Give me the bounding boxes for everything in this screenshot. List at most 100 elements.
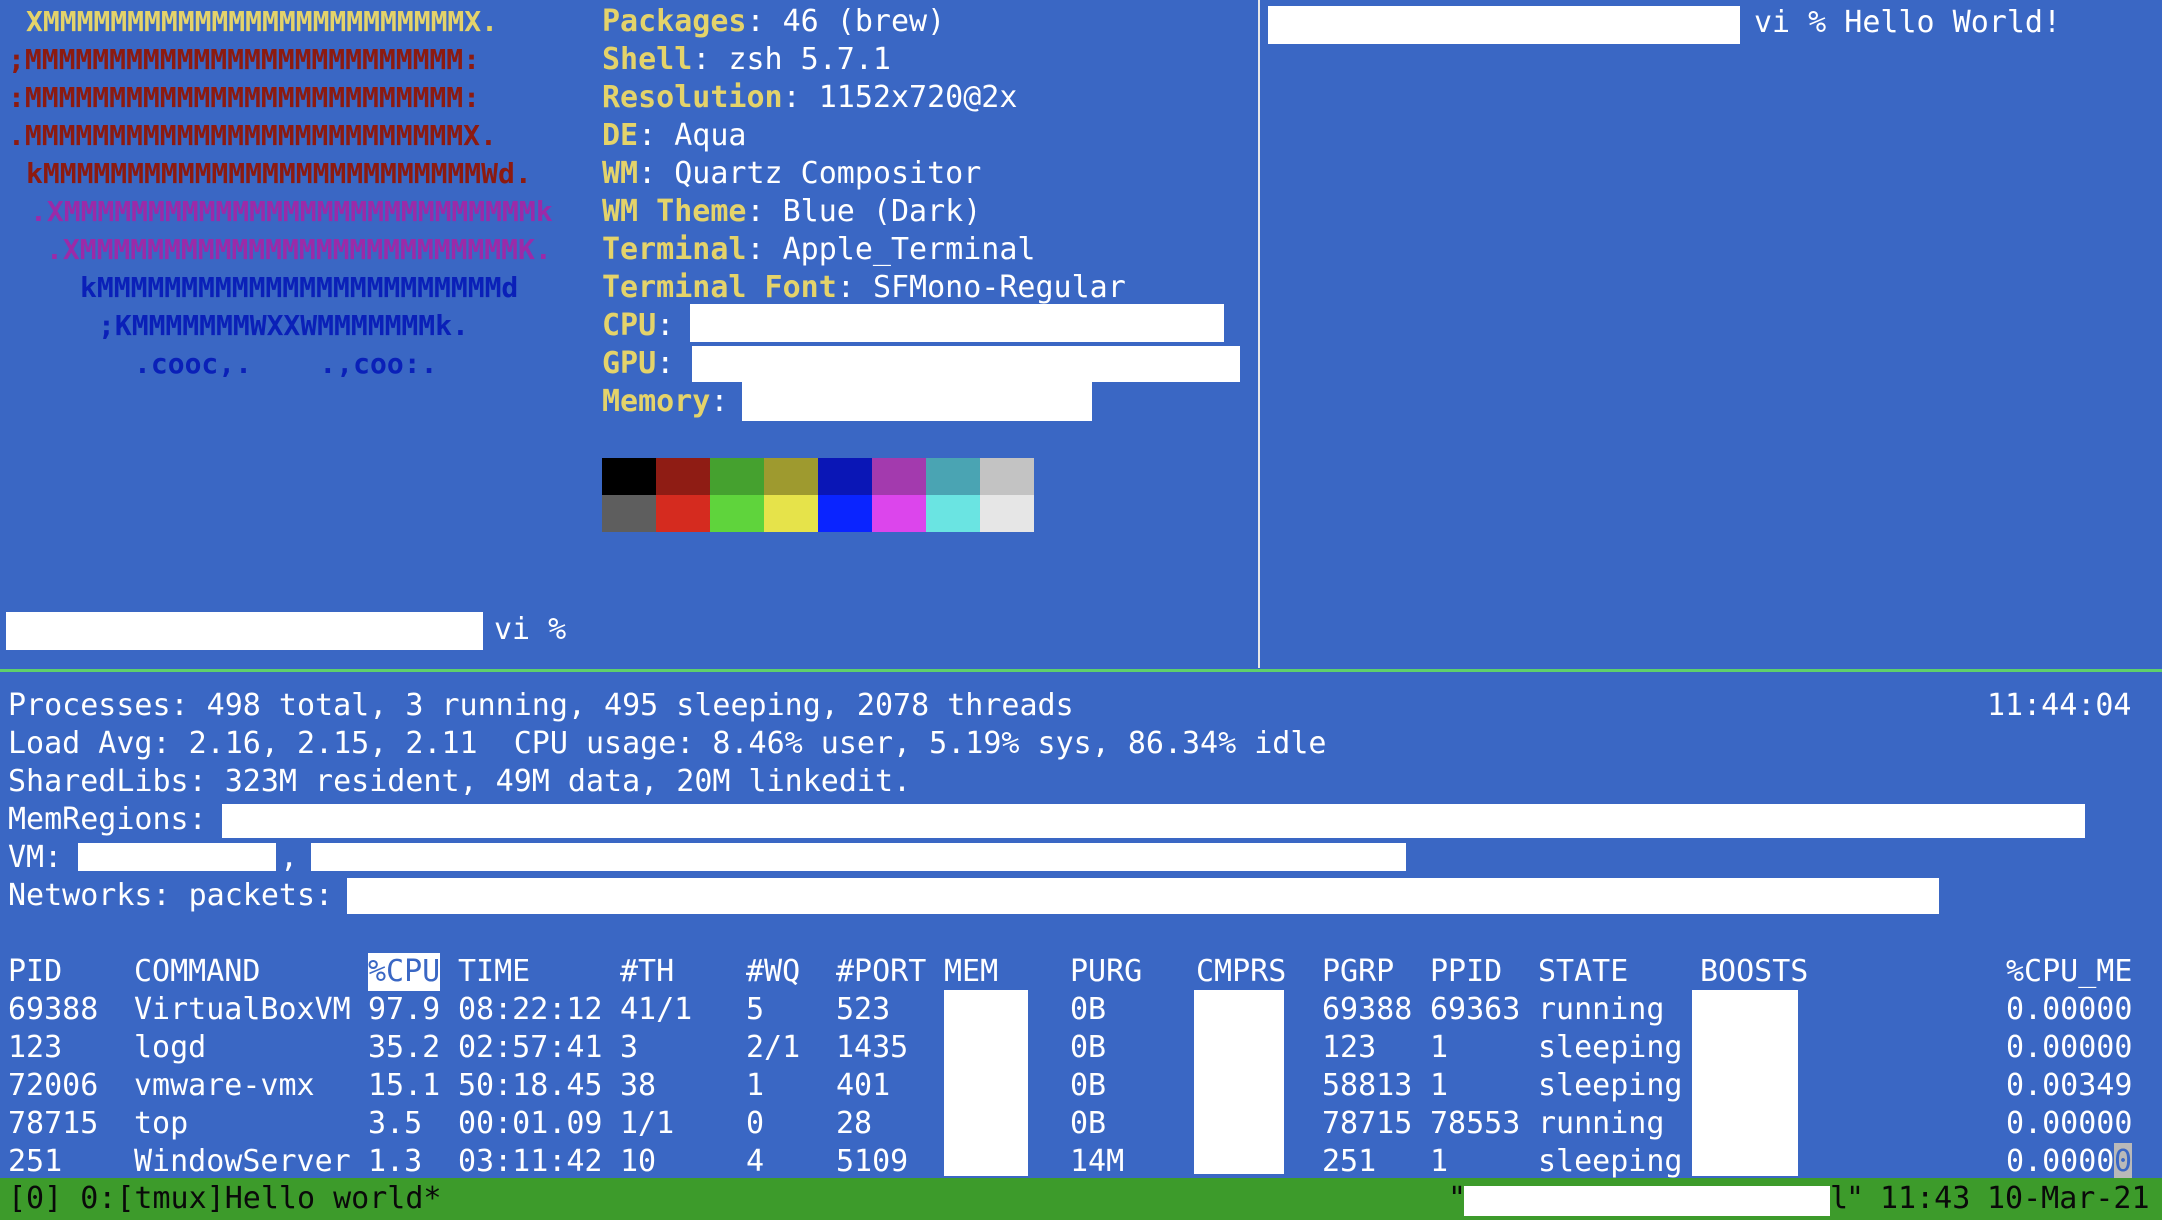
logo-line: kMMMMMMMMMMMMMMMMMMMMMMMMd bbox=[80, 271, 519, 304]
column-header[interactable]: #TH bbox=[620, 953, 674, 991]
table-cell: 50:18.45 bbox=[458, 1068, 603, 1103]
sysinfo-value: Apple_Terminal bbox=[782, 232, 1036, 267]
sysinfo-colon: : bbox=[638, 156, 675, 191]
sysinfo-row: GPU: bbox=[602, 345, 692, 383]
sysinfo-colon: : bbox=[638, 118, 675, 153]
table-row: 69388 VirtualBoxVM 97.9 08:22:12 41/1 5 523 0B 6… bbox=[0, 991, 2162, 1029]
column-header[interactable]: TIME bbox=[458, 953, 530, 991]
logo-line: ;KMMMMMMMWXXWMMMMMMMk. bbox=[98, 309, 469, 342]
sysinfo-colon: : bbox=[656, 308, 693, 343]
column-header[interactable]: CMPRS bbox=[1196, 953, 1286, 991]
table-cell: 1 bbox=[746, 1068, 765, 1103]
table-cell: 0.00000 bbox=[2006, 992, 2133, 1027]
pane-divider-horizontal[interactable] bbox=[0, 669, 2162, 672]
table-cell: 69388 bbox=[1322, 992, 1413, 1027]
column-header[interactable]: BOOSTS bbox=[1700, 953, 1808, 991]
sysinfo-value: Blue (Dark) bbox=[782, 194, 982, 229]
palette-swatch bbox=[818, 458, 872, 495]
logo-line: :MMMMMMMMMMMMMMMMMMMMMMMMMM: bbox=[8, 81, 481, 114]
sysinfo-key: CPU bbox=[602, 308, 657, 343]
table-row: 123 logd 35.2 02:57:41 3 2/1 1435 0B 123 1 sleepin… bbox=[0, 1029, 2162, 1067]
column-header[interactable]: #WQ bbox=[746, 953, 800, 991]
sysinfo-row: WM Theme: Blue (Dark) bbox=[602, 193, 981, 231]
sharedlibs-line: SharedLibs: 323M resident, 49M data, 20M… bbox=[8, 764, 912, 799]
column-header[interactable]: PPID bbox=[1430, 953, 1502, 991]
palette-swatch bbox=[710, 458, 764, 495]
table-cell: VirtualBoxVM bbox=[134, 992, 351, 1027]
vm-value-redacted-2 bbox=[311, 843, 1406, 871]
sysinfo-value: zsh 5.7.1 bbox=[728, 42, 891, 77]
logo-line: .MMMMMMMMMMMMMMMMMMMMMMMMMMX. bbox=[8, 119, 497, 152]
table-cell: 3.5 bbox=[368, 1106, 423, 1141]
column-header[interactable]: #PORT bbox=[836, 953, 926, 991]
sysinfo-row: DE: Aqua bbox=[602, 117, 747, 155]
mem-column-redacted bbox=[944, 990, 1028, 1176]
palette-swatch bbox=[602, 495, 656, 532]
right-prompt-path-redacted bbox=[1268, 6, 1740, 44]
sysinfo-key: DE bbox=[602, 118, 639, 153]
logo-line: XMMMMMMMMMMMMMMMMMMMMMMMMMX. bbox=[26, 5, 499, 38]
column-header[interactable]: MEM bbox=[944, 953, 998, 991]
column-header[interactable]: PID bbox=[8, 953, 62, 991]
palette-swatch bbox=[818, 495, 872, 532]
table-cell: 41/1 bbox=[620, 992, 693, 1027]
column-header[interactable]: PGRP bbox=[1322, 953, 1394, 991]
right-prompt[interactable]: vi % Hello World! bbox=[1754, 4, 2061, 42]
sysinfo-value: 46 (brew) bbox=[782, 4, 946, 39]
processes-summary: Processes: 498 total, 3 running, 495 sle… bbox=[8, 688, 1074, 723]
column-header[interactable]: PURG bbox=[1070, 953, 1142, 991]
table-cell: running bbox=[1538, 992, 1665, 1027]
pane-divider-vertical[interactable] bbox=[1258, 0, 1260, 668]
palette-swatch bbox=[980, 458, 1034, 495]
cpu-value-redacted bbox=[690, 304, 1224, 342]
table-cell: sleeping bbox=[1538, 1030, 1683, 1065]
tmux-status-bar: [0] 0:[tmux]Hello world* " l " 11:43 10-… bbox=[0, 1178, 2162, 1220]
load-average-line: Load Avg: 2.16, 2.15, 2.11 CPU usage: 8.… bbox=[8, 726, 1327, 761]
column-header[interactable]: COMMAND bbox=[134, 953, 260, 991]
column-header[interactable]: %CPU bbox=[368, 953, 441, 991]
table-cell: vmware-vmx bbox=[134, 1068, 315, 1103]
table-cell: 1 bbox=[1430, 1030, 1449, 1065]
table-row: 251 WindowServer 1.3 03:11:42 10 4 5109 14M 251 1… bbox=[0, 1143, 2162, 1181]
networks-label: Networks: packets: bbox=[8, 878, 334, 913]
sysinfo-colon: : bbox=[782, 80, 819, 115]
palette-swatch bbox=[926, 458, 980, 495]
left-prompt[interactable]: vi % bbox=[494, 611, 566, 649]
logo-line: .XMMMMMMMMMMMMMMMMMMMMMMMMMMMMk bbox=[30, 195, 553, 228]
sysinfo-key: Resolution bbox=[602, 80, 783, 115]
table-cell: 401 bbox=[836, 1068, 891, 1103]
table-cell: 69388 bbox=[8, 992, 99, 1027]
palette-swatch bbox=[926, 495, 980, 532]
sysinfo-key: Shell bbox=[602, 42, 693, 77]
column-header[interactable]: STATE bbox=[1538, 953, 1628, 991]
table-cell: 0.00000 bbox=[2006, 1106, 2133, 1141]
vm-label: VM: bbox=[8, 840, 63, 875]
table-cell: 28 bbox=[836, 1106, 873, 1141]
sysinfo-value: 1152x720@2x bbox=[818, 80, 1018, 115]
sysinfo-colon: : bbox=[746, 232, 783, 267]
sysinfo-key: Terminal Font bbox=[602, 270, 837, 305]
table-cell: 5 bbox=[746, 992, 765, 1027]
sysinfo-row: Resolution: 1152x720@2x bbox=[602, 79, 1017, 117]
table-cell: 251 bbox=[1322, 1144, 1377, 1179]
sysinfo-value: Aqua bbox=[674, 118, 747, 153]
table-cell: 69363 bbox=[1430, 992, 1521, 1027]
sysinfo-colon: : bbox=[746, 194, 783, 229]
tmux-window-list[interactable]: [0] 0:[tmux]Hello world* bbox=[8, 1180, 441, 1218]
table-cell: 14M bbox=[1070, 1144, 1125, 1179]
palette-swatch bbox=[872, 458, 926, 495]
cmprs-column-redacted bbox=[1194, 990, 1284, 1174]
status-time: 11:43 bbox=[1880, 1181, 1971, 1216]
table-cell: 78553 bbox=[1430, 1106, 1521, 1141]
sysinfo-key: WM bbox=[602, 156, 639, 191]
memregions-label: MemRegions: bbox=[8, 802, 207, 837]
table-cell: 1435 bbox=[836, 1030, 909, 1065]
table-cell: 1 bbox=[1430, 1068, 1449, 1103]
status-hostname-redacted bbox=[1464, 1186, 1830, 1216]
column-header[interactable]: %CPU_ME bbox=[2006, 953, 2132, 991]
table-cell: sleeping bbox=[1538, 1144, 1683, 1179]
table-cell: WindowServer bbox=[134, 1144, 351, 1179]
table-cell: 78715 bbox=[8, 1106, 99, 1141]
table-cell: 00:01.09 bbox=[458, 1106, 603, 1141]
memregions-value-redacted bbox=[222, 804, 2085, 838]
